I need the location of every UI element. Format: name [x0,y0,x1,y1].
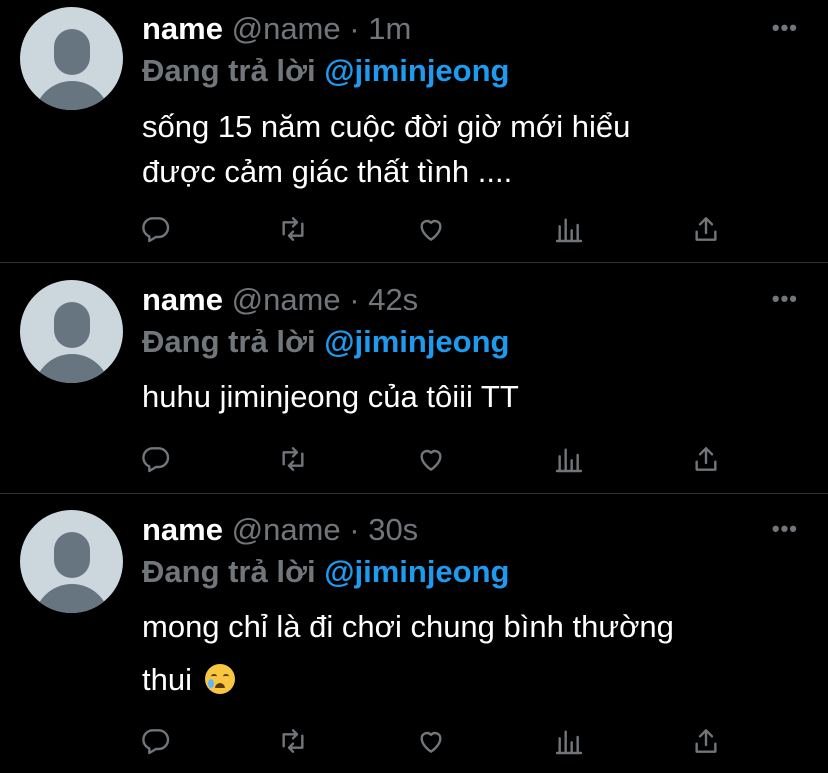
analytics-button[interactable] [553,443,589,479]
retweet-button[interactable] [277,213,313,249]
replying-to: Đang trả lời @jiminjeong [142,52,509,90]
avatar-body-shape [34,354,110,383]
retweet-button[interactable] [277,725,313,761]
avatar-body-shape [34,584,110,613]
tweet-text-line: sống 15 năm cuộc đời giờ mới hiểu [142,109,631,144]
tweet-text-segment: thui [142,662,192,697]
mention-link[interactable]: @jiminjeong [324,324,509,359]
tweet[interactable]: name @name · 1m ••• Đang trả lời @jiminj… [0,0,828,262]
analytics-button[interactable] [553,725,589,761]
reply-icon [142,217,170,243]
more-icon[interactable]: ••• [772,288,798,310]
tweet-text: huhu jiminjeong của tôiii TT [142,374,802,419]
mention-link[interactable]: @jiminjeong [324,554,509,589]
replying-to-label: Đang trả lời [142,53,316,88]
retweet-icon [282,447,304,471]
replying-to: Đang trả lời @jiminjeong [142,323,509,361]
separator-dot: · [349,11,360,46]
tweet-header: name @name · 30s [142,511,418,549]
user-handle[interactable]: @name [232,512,341,547]
share-icon [695,217,717,241]
user-handle[interactable]: @name [232,282,341,317]
replying-to-label: Đang trả lời [142,324,316,359]
more-icon[interactable]: ••• [772,518,798,540]
reply-icon [142,729,170,755]
user-handle[interactable]: @name [232,11,341,46]
like-button[interactable] [415,443,451,479]
timestamp[interactable]: 30s [368,512,418,547]
display-name[interactable]: name [142,11,223,46]
tweet-actions [140,443,740,479]
reply-button[interactable] [140,443,176,479]
like-icon [420,219,442,241]
avatar-head-shape [54,302,90,348]
reply-icon [142,447,170,473]
replying-to-label: Đang trả lời [142,554,316,589]
tweet[interactable]: name @name · 42s ••• Đang trả lời @jimin… [0,263,828,493]
avatar-body-shape [34,81,110,110]
analytics-button[interactable] [553,213,589,249]
separator-dot: · [349,282,360,317]
like-icon [420,449,442,471]
tweet[interactable]: name @name · 30s ••• Đang trả lời @jimin… [0,494,828,773]
share-button[interactable] [690,213,726,249]
tweet-text-line: thui [142,657,802,702]
mention-link[interactable]: @jiminjeong [324,53,509,88]
share-icon [695,729,717,753]
like-button[interactable] [415,213,451,249]
timestamp[interactable]: 42s [368,282,418,317]
tweet-text-line: mong chỉ là đi chơi chung bình thường [142,609,674,644]
avatar[interactable] [20,510,123,613]
tweet-text-line: huhu jiminjeong của tôiii TT [142,379,519,414]
share-icon [695,447,717,471]
avatar[interactable] [20,280,123,383]
analytics-icon [555,218,583,243]
timestamp[interactable]: 1m [368,11,411,46]
display-name[interactable]: name [142,282,223,317]
avatar-head-shape [54,29,90,75]
analytics-icon [555,448,583,473]
tweet-text: sống 15 năm cuộc đời giờ mới hiểu được c… [142,104,802,194]
display-name[interactable]: name [142,512,223,547]
tweet-actions [140,213,740,249]
tweet-actions [140,725,740,761]
avatar-head-shape [54,532,90,578]
like-icon [420,731,442,753]
tweet-text: mong chỉ là đi chơi chung bình thường th… [142,604,802,702]
analytics-icon [555,730,583,755]
reply-button[interactable] [140,213,176,249]
retweet-button[interactable] [277,443,313,479]
retweet-icon [282,217,304,241]
separator-dot: · [349,512,360,547]
tweet-text-line: được cảm giác thất tình .... [142,154,513,189]
share-button[interactable] [690,725,726,761]
share-button[interactable] [690,443,726,479]
retweet-icon [282,729,304,753]
tweet-header: name @name · 1m [142,10,411,48]
avatar[interactable] [20,7,123,110]
tweet-header: name @name · 42s [142,281,418,319]
crying-face-emoji [204,664,235,694]
replying-to: Đang trả lời @jiminjeong [142,553,509,591]
like-button[interactable] [415,725,451,761]
reply-button[interactable] [140,725,176,761]
more-icon[interactable]: ••• [772,17,798,39]
